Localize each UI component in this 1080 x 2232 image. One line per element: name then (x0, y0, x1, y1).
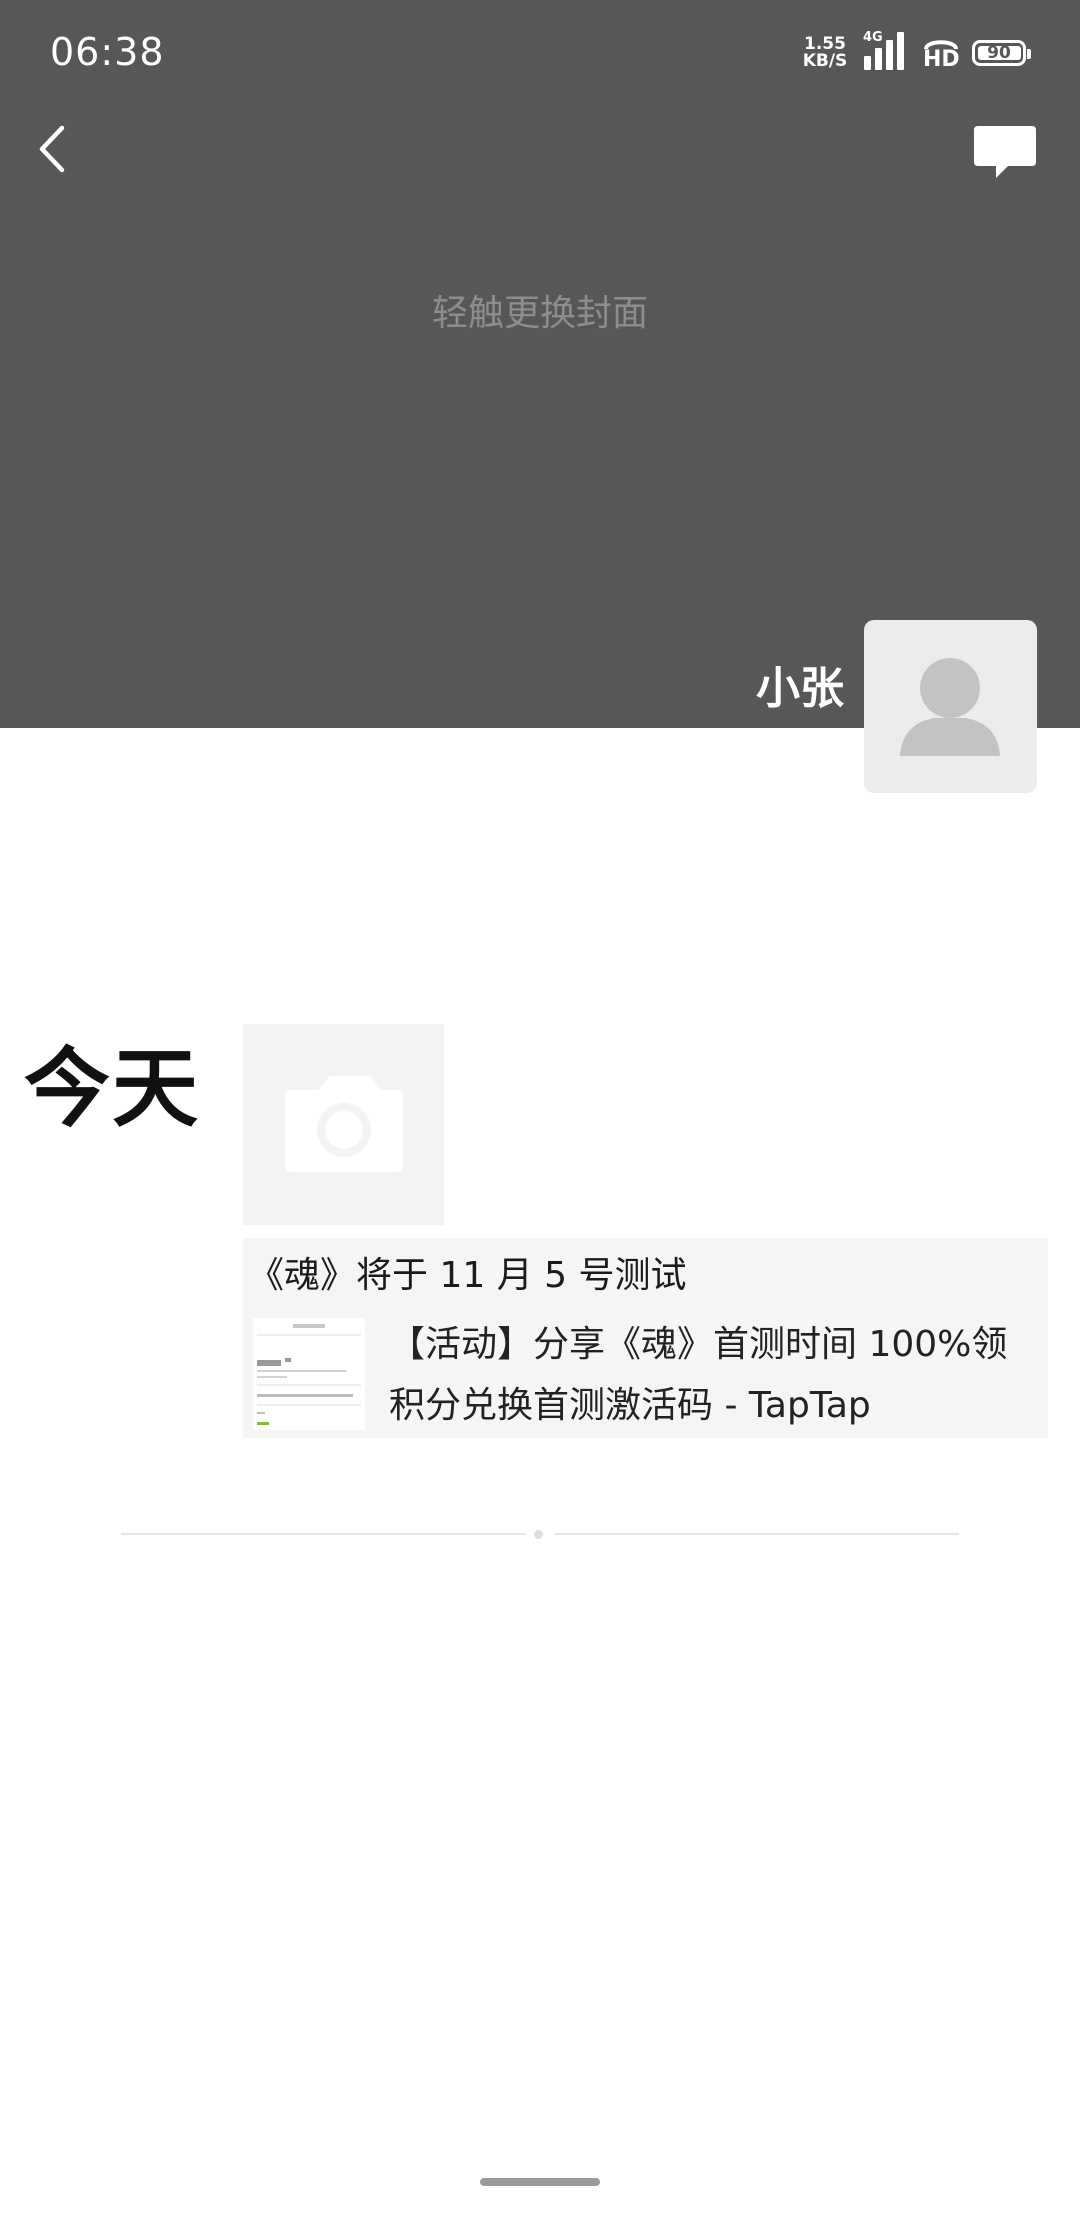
back-button[interactable] (28, 118, 80, 180)
username[interactable]: 小张 (756, 652, 844, 716)
day-label: 今天 (24, 1039, 200, 1139)
battery-percent: 90 (987, 43, 1011, 63)
hd-label: HD (923, 47, 960, 72)
post-image-placeholder[interactable] (243, 1024, 444, 1225)
shared-link-title-line: 积分兑换首测激活码 - TapTap (389, 1385, 871, 1426)
network-speed: 1.55 KB/S (800, 36, 850, 70)
home-indicator[interactable] (480, 2178, 600, 2186)
shared-link-title: 【活动】分享《魂》首测时间 100%领 积分兑换首测激活码 - TapTap (389, 1314, 1039, 1436)
shared-link-title-line: 【活动】分享《魂》首测时间 100%领 (389, 1324, 1008, 1365)
status-time: 06:38 (50, 30, 165, 74)
shared-link-thumbnail (253, 1318, 365, 1430)
post-text: 《魂》将于 11 月 5 号测试 (248, 1255, 687, 1296)
battery-icon: 90 (972, 40, 1031, 66)
default-person-icon (900, 658, 1000, 756)
chevron-left-icon (39, 125, 65, 173)
hd-voice-icon: HD (920, 36, 960, 72)
network-type: 4G (863, 30, 883, 45)
camera-icon (285, 1076, 403, 1172)
messages-button[interactable] (970, 120, 1040, 184)
end-of-feed-divider (121, 1530, 959, 1539)
network-speed-unit: KB/S (802, 51, 848, 71)
avatar[interactable] (864, 620, 1037, 793)
chat-bubble-icon (974, 126, 1036, 178)
signal-icon: 4G (862, 30, 910, 70)
change-cover-hint[interactable]: 轻触更换封面 (0, 284, 1080, 336)
status-bar: 06:38 1.55 KB/S 4G HD 90 (0, 0, 1080, 110)
